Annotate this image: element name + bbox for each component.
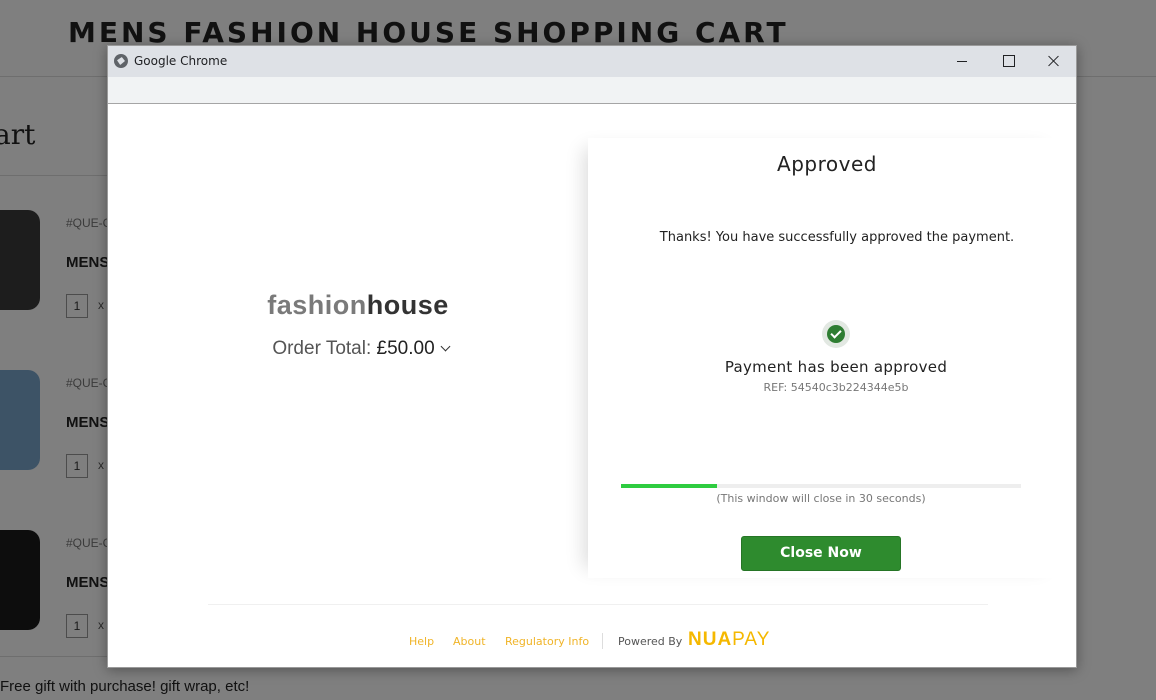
footer-separator [602,633,603,649]
status-panel: Approved Thanks! You have successfully a… [588,138,1068,578]
address-bar [108,77,1076,104]
brand-part1: fashion [267,290,367,320]
order-total[interactable]: Order Total: £50.00 [108,338,613,360]
window-titlebar[interactable]: Google Chrome [108,46,1076,77]
order-total-label: Order Total: [272,338,372,359]
reference-number: REF: 54540c3b224344e5b [763,381,909,394]
status-title: Approved [777,152,877,176]
regulatory-info-link[interactable]: Regulatory Info [505,635,589,648]
footer-divider [208,604,988,605]
minimize-button[interactable] [939,46,985,77]
chevron-down-icon[interactable] [440,341,451,352]
powered-by-label: Powered By [618,635,683,648]
about-link[interactable]: About [453,635,486,648]
help-link[interactable]: Help [409,635,434,648]
countdown-text: (This window will close in 30 seconds) [716,492,926,505]
nuapay-logo[interactable]: NUAPAY [688,629,770,651]
globe-icon [114,54,128,68]
close-now-button[interactable]: Close Now [741,536,901,571]
approved-message: Payment has been approved [724,358,948,376]
maximize-button[interactable] [985,46,1031,77]
payment-content: fashionhouse Order Total: £50.00 Approve… [108,104,1076,667]
footer: Help About Regulatory Info Powered By NU… [108,629,1076,650]
thanks-message: Thanks! You have successfully approved t… [659,230,1015,245]
order-total-amount: £50.00 [376,338,435,359]
window-title: Google Chrome [134,54,228,68]
countdown-progress-bar [621,484,1021,488]
close-window-button[interactable] [1030,46,1076,77]
progress-fill [621,484,717,488]
check-circle-icon [822,320,850,348]
chrome-popup-window: Google Chrome fashionhouse Order Total: … [107,45,1077,668]
brand-part2: house [366,290,449,320]
merchant-logo: fashionhouse [108,290,608,321]
